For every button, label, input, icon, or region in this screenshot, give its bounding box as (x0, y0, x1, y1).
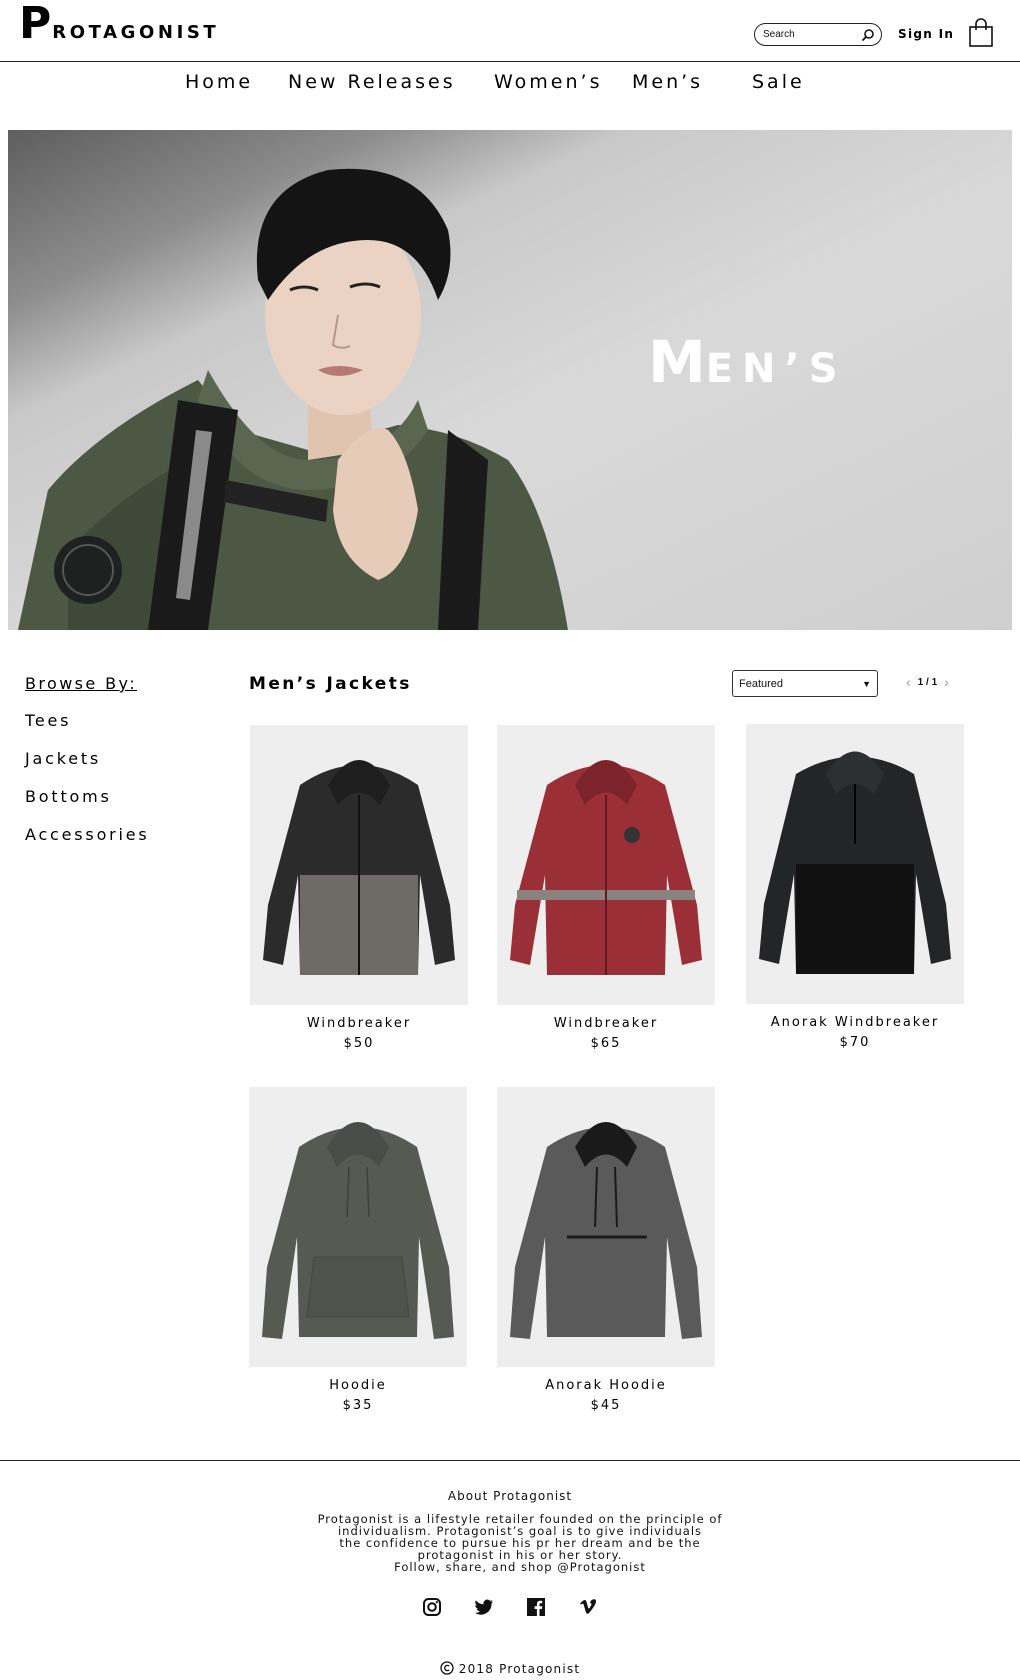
sort-selected-value: Featured (739, 677, 784, 690)
nav-item-sale[interactable]: Sale (752, 71, 805, 93)
sidebar-item-tees[interactable]: Tees (25, 711, 225, 749)
product-name[interactable]: Windbreaker (250, 1016, 468, 1031)
browse-sidebar: Browse By: Tees Jackets Bottoms Accessor… (25, 674, 225, 863)
logo-initial: P (19, 0, 52, 49)
product-card[interactable]: Anorak Hoodie $45 (497, 1087, 715, 1413)
product-image[interactable] (497, 725, 715, 1005)
product-price: $50 (343, 1036, 375, 1051)
search-input[interactable] (763, 29, 859, 40)
nav-item-womens[interactable]: Women’s (494, 71, 602, 93)
copyright: 2018 Protagonist (0, 1661, 1020, 1676)
next-page-icon[interactable]: › (944, 674, 949, 690)
hero-title-initial: M (648, 328, 706, 396)
dropdown-arrow-icon: ▼ (862, 678, 871, 689)
search-box[interactable] (754, 23, 882, 46)
sort-dropdown[interactable]: Featured ▼ (732, 670, 878, 697)
hero-banner: MEN’S (8, 130, 1012, 630)
sidebar-item-jackets[interactable]: Jackets (25, 749, 225, 787)
product-price: $70 (839, 1035, 871, 1050)
sidebar-item-accessories[interactable]: Accessories (25, 825, 225, 863)
product-image[interactable] (250, 725, 468, 1005)
pagination: ‹ 1 / 1 › (906, 674, 949, 690)
sign-in-link[interactable]: Sign In (898, 27, 954, 41)
vimeo-icon[interactable] (578, 1597, 598, 1617)
logo-wordmark: ROTAGONIST (52, 22, 220, 43)
about-heading: About Protagonist (447, 1489, 573, 1503)
product-card[interactable]: Anorak Windbreaker $70 (746, 724, 964, 1050)
product-name[interactable]: Windbreaker (497, 1016, 715, 1031)
section-title: Men’s Jackets (249, 674, 412, 694)
twitter-icon[interactable] (474, 1597, 494, 1617)
sidebar-item-bottoms[interactable]: Bottoms (25, 787, 225, 825)
about-text: Protagonist is a lifestyle retailer foun… (300, 1513, 740, 1573)
prev-page-icon[interactable]: ‹ (906, 674, 911, 690)
page-indicator: 1 / 1 (917, 676, 938, 688)
site-header: P ROTAGONIST Sign In (0, 0, 1020, 62)
site-footer: About Protagonist Protagonist is a lifes… (0, 1460, 1020, 1680)
hero-model-image (18, 168, 568, 630)
product-card[interactable]: Windbreaker $65 (497, 725, 715, 1051)
product-name[interactable]: Hoodie (249, 1378, 467, 1393)
product-image[interactable] (249, 1087, 467, 1367)
nav-item-home[interactable]: Home (185, 71, 253, 93)
browse-by-heading: Browse By: (25, 674, 138, 693)
nav-item-mens[interactable]: Men’s (632, 71, 703, 93)
product-price: $45 (590, 1398, 622, 1413)
product-price: $35 (342, 1398, 374, 1413)
product-card[interactable]: Hoodie $35 (249, 1087, 467, 1413)
product-image[interactable] (746, 724, 964, 1004)
about-line: Follow, share, and shop @Protagonist (394, 1560, 646, 1574)
hero-title: MEN’S (648, 328, 847, 396)
product-name[interactable]: Anorak Windbreaker (746, 1015, 964, 1030)
facebook-icon[interactable] (526, 1597, 546, 1617)
hero-title-rest: EN’S (705, 346, 847, 392)
copyright-text: 2018 Protagonist (458, 1662, 581, 1676)
product-image[interactable] (497, 1087, 715, 1367)
instagram-icon[interactable] (422, 1597, 442, 1617)
copyright-icon (440, 1661, 454, 1675)
main-nav: Home New Releases Women’s Men’s Sale (0, 62, 1020, 102)
product-card[interactable]: Windbreaker $50 (250, 725, 468, 1051)
product-name[interactable]: Anorak Hoodie (497, 1378, 715, 1393)
brand-logo[interactable]: P ROTAGONIST (19, 2, 219, 46)
shopping-bag-icon[interactable] (968, 18, 994, 48)
nav-item-new-releases[interactable]: New Releases (288, 71, 456, 93)
search-icon[interactable] (861, 28, 875, 42)
product-price: $65 (590, 1036, 622, 1051)
social-links (0, 1597, 1020, 1617)
